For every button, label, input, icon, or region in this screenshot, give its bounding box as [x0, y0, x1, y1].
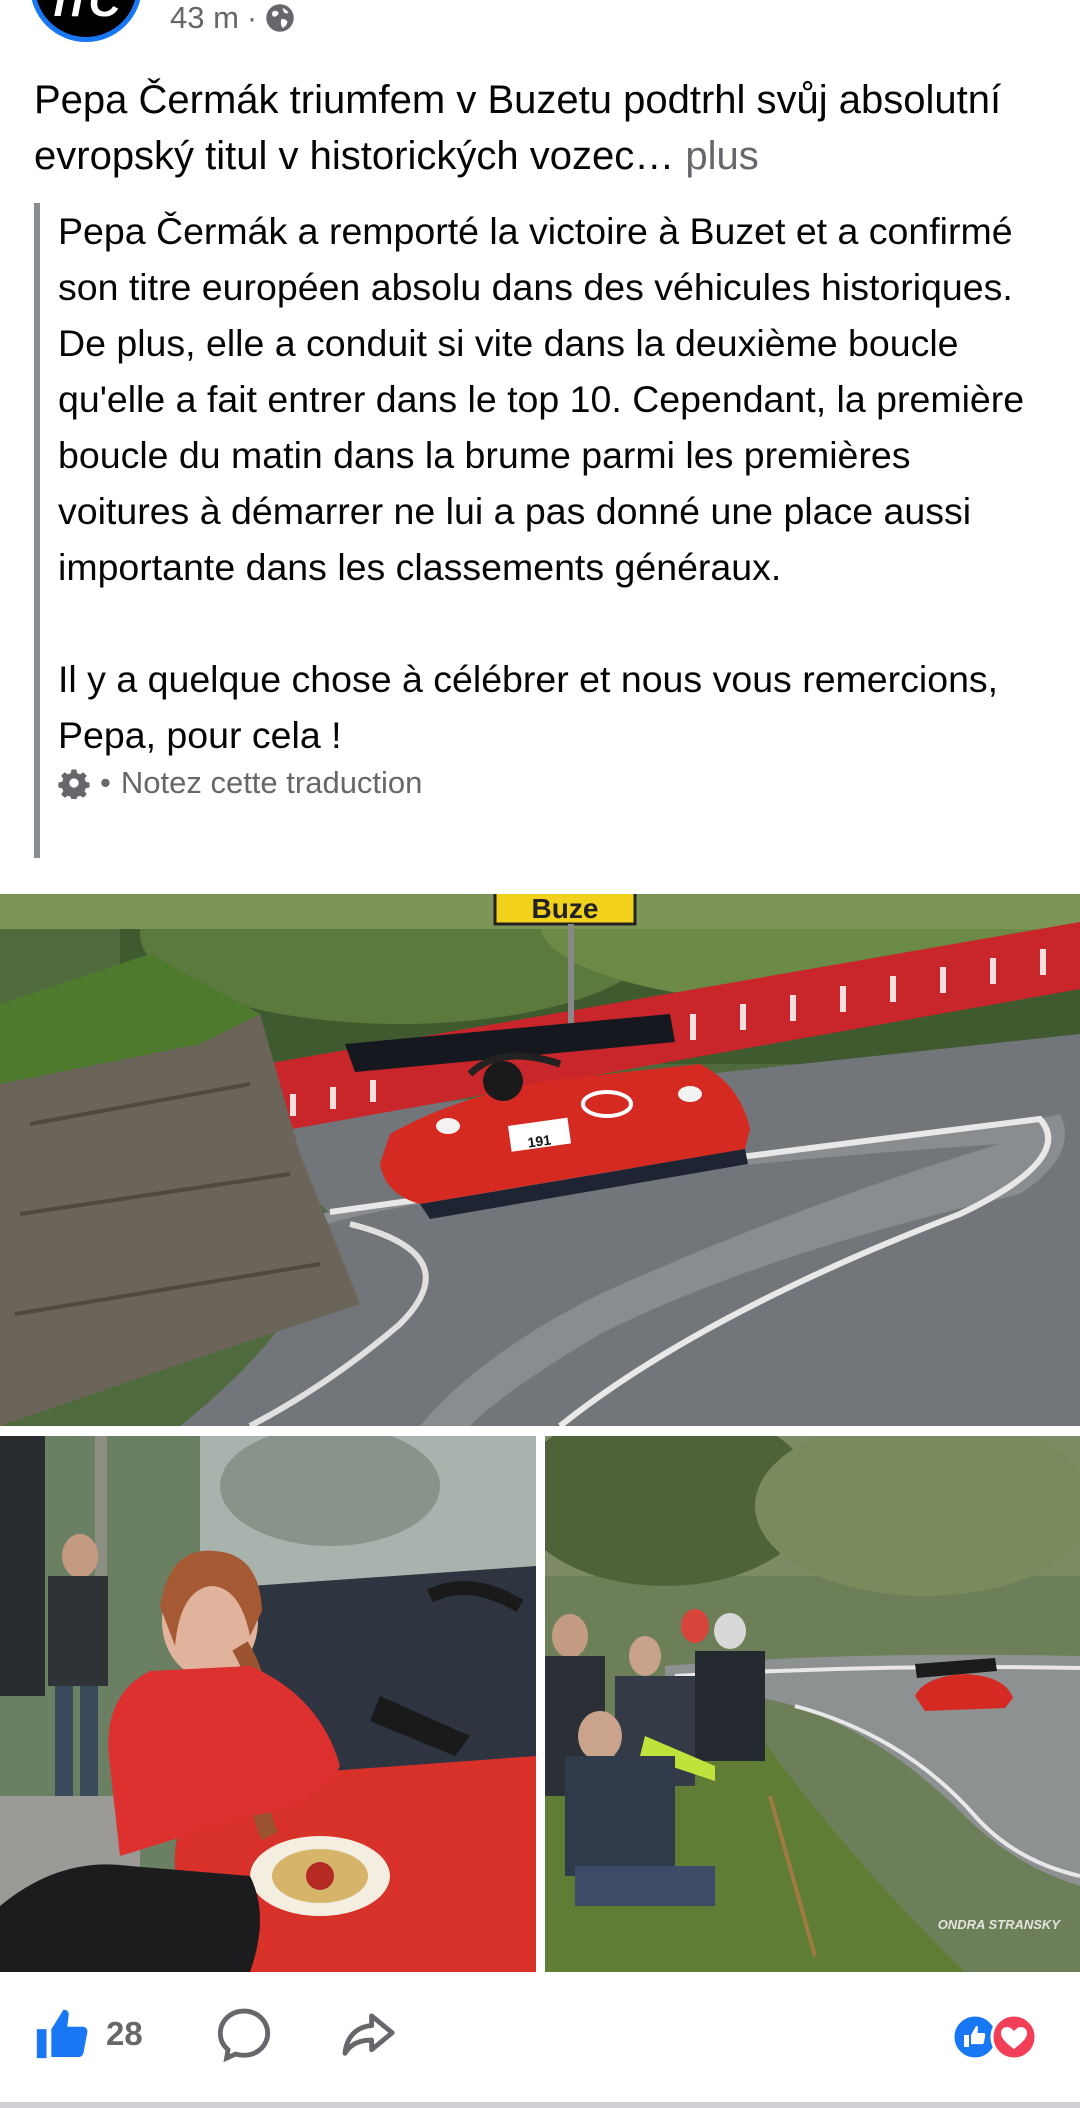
spectators-scene [545, 1436, 1080, 1972]
comment-icon[interactable] [215, 2005, 273, 2063]
gear-icon[interactable] [58, 767, 90, 799]
post-title-text: Pepa Čermák triumfem v Buzetu podtrhl sv… [34, 78, 1002, 178]
rate-separator: • [100, 765, 111, 800]
photo-spectators[interactable]: ONDRA STRANSKY [545, 1436, 1080, 1972]
translation-paragraph-1: Pepa Čermák a remporté la victoire à Buz… [58, 210, 1025, 588]
road-sign-text: Buze [532, 894, 599, 924]
comment-button[interactable] [215, 2002, 273, 2066]
reactions-summary[interactable] [950, 2012, 1040, 2062]
rate-translation-link[interactable]: Notez cette traduction [121, 765, 423, 801]
share-icon[interactable] [338, 2005, 398, 2063]
post-meta: 43 m · [170, 0, 295, 36]
translation-block: Pepa Čermák a remporté la victoire à Buz… [34, 203, 1044, 858]
see-more-link[interactable]: plus [685, 134, 758, 178]
post-header: ITC 43 m · [0, 0, 1080, 60]
translation-paragraph-2: Il y a quelque chose à célébrer et nous … [58, 658, 999, 756]
rate-translation-row[interactable]: • Notez cette traduction [58, 765, 1044, 801]
like-button[interactable]: 28 [32, 2002, 143, 2066]
share-button[interactable] [338, 2002, 398, 2066]
love-reaction-icon [990, 2013, 1038, 2061]
photo-race-car-hairpin[interactable]: Buze 191 [0, 894, 1080, 1426]
avatar-logo-text: ITC [53, 0, 121, 26]
bottom-divider [0, 2102, 1080, 2108]
like-count: 28 [106, 2015, 143, 2052]
post-title: Pepa Čermák triumfem v Buzetu podtrhl sv… [34, 72, 1054, 184]
like-reaction-icon [951, 2013, 999, 2061]
photo-watermark: ONDRA STRANSKY [937, 1917, 1060, 1932]
post-actions-bar: 28 [0, 1972, 1080, 2108]
meta-separator: · [246, 0, 258, 35]
thumbs-up-icon[interactable] [32, 2005, 90, 2063]
race-car-scene: Buze 191 [0, 894, 1080, 1426]
photo-driver-portrait[interactable] [0, 1436, 536, 1972]
driver-scene [0, 1436, 536, 1972]
post-time[interactable]: 43 m [170, 0, 239, 36]
globe-icon [266, 4, 294, 32]
car-number: 191 [527, 1131, 553, 1150]
page-avatar[interactable]: ITC [30, 0, 142, 42]
